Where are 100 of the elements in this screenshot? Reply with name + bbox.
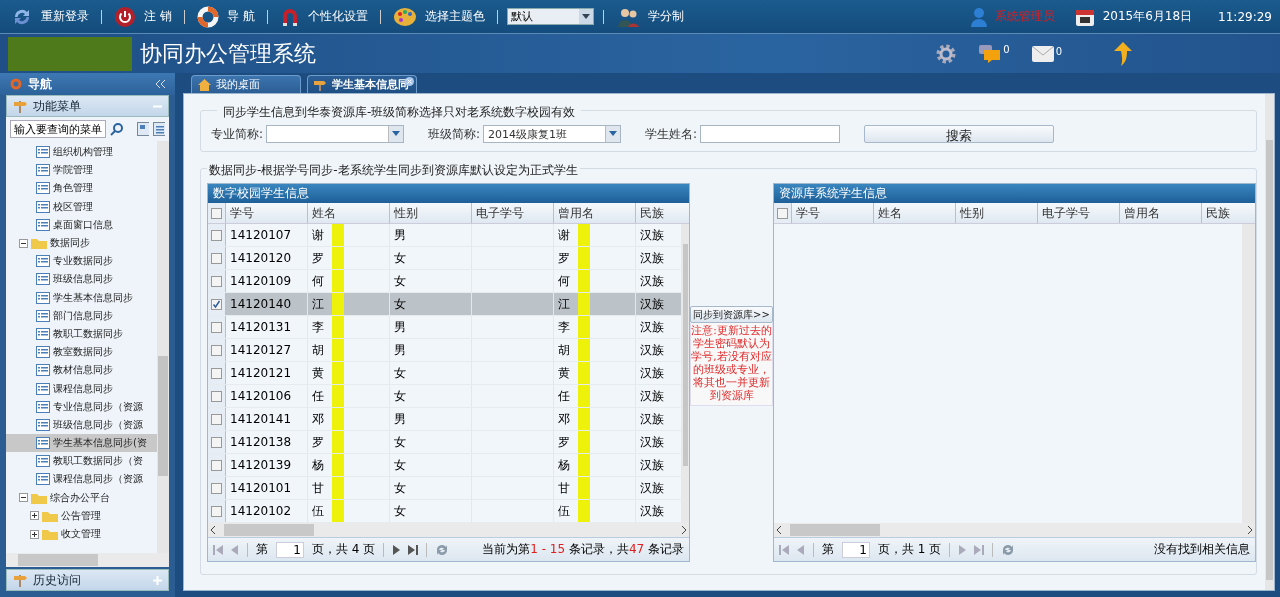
panel-header[interactable]: 功能菜单	[6, 95, 169, 117]
theme-select[interactable]: 默认	[506, 8, 594, 25]
first-page-icon[interactable]	[779, 544, 789, 555]
scrollbar[interactable]	[1265, 94, 1274, 590]
palette-icon[interactable]	[392, 5, 417, 28]
arrow-up-icon[interactable]	[1114, 41, 1132, 66]
column-header[interactable]: 学号	[792, 203, 874, 223]
toolbar-link[interactable]: 注 销	[111, 5, 175, 28]
mail-icon[interactable]	[1031, 45, 1054, 62]
tree-item[interactable]: 数据同步	[50, 236, 90, 251]
tree-item[interactable]: 桌面窗口信息	[53, 217, 113, 232]
tree-item[interactable]: 教职工数据同步	[53, 326, 123, 341]
checkbox[interactable]	[211, 390, 222, 402]
checkbox[interactable]	[211, 482, 222, 494]
column-header[interactable]: 性别	[956, 203, 1038, 223]
input-field[interactable]	[700, 125, 841, 143]
scrollbar[interactable]	[1242, 224, 1255, 523]
collapse-icon[interactable]	[19, 238, 28, 248]
panel-header[interactable]: 历史访问	[6, 569, 169, 591]
column-header[interactable]: 电子学号	[472, 203, 554, 223]
scrollbar[interactable]	[682, 224, 689, 523]
scrollbar[interactable]	[208, 523, 689, 537]
toolbar-link[interactable]: 个性化设置	[276, 5, 371, 28]
column-header[interactable]: 姓名	[874, 203, 956, 223]
table-row[interactable]: 14120141 邓 男 邓 汉族	[208, 408, 682, 431]
table-row[interactable]: 14120106 任 女 任 汉族	[208, 385, 682, 408]
scrollbar[interactable]	[6, 553, 169, 567]
column-header[interactable]: 民族	[636, 203, 682, 223]
checkbox[interactable]	[211, 459, 222, 471]
tab[interactable]: 我的桌面	[191, 75, 301, 93]
expand-icon[interactable]	[30, 529, 39, 539]
previous-page-icon[interactable]	[231, 544, 239, 555]
table-row[interactable]: 14120101 甘 女 甘 汉族	[208, 477, 682, 500]
lifebuoy-icon[interactable]	[196, 5, 219, 28]
column-header[interactable]: 曾用名	[1120, 203, 1202, 223]
checkbox[interactable]	[211, 344, 222, 356]
toolbar-link[interactable]: 选择主题色	[389, 5, 488, 28]
search-button[interactable]: 搜索	[864, 125, 1055, 143]
settings-icon[interactable]	[935, 42, 958, 65]
scrollbar[interactable]	[157, 141, 169, 553]
refresh-icon[interactable]	[1001, 542, 1016, 557]
page-number-field[interactable]: 1	[842, 541, 870, 558]
next-page-icon[interactable]	[392, 544, 401, 555]
tree-item[interactable]: 学院管理	[53, 163, 93, 178]
refresh-icon[interactable]	[435, 542, 450, 557]
column-header[interactable]: 民族	[1202, 203, 1248, 223]
page-number-field[interactable]: 1	[276, 541, 304, 558]
tree-item[interactable]: 班级信息同步	[53, 272, 113, 287]
column-header[interactable]: 曾用名	[554, 203, 636, 223]
tree-item[interactable]: 组织机构管理	[53, 145, 113, 160]
tree-item[interactable]: 公告管理	[61, 508, 101, 523]
table-row[interactable]: 14120131 李 男 李 汉族	[208, 316, 682, 339]
tree-item[interactable]: 专业数据同步	[53, 254, 113, 269]
checkbox[interactable]	[211, 436, 222, 448]
tree-item[interactable]: 班级信息同步（资源	[53, 417, 143, 432]
power-icon[interactable]	[114, 5, 136, 28]
select-field[interactable]	[266, 125, 405, 143]
tree-item[interactable]: 课程信息同步（资源	[53, 472, 143, 487]
column-header[interactable]: 学号	[226, 203, 308, 223]
previous-page-icon[interactable]	[797, 544, 805, 555]
table-row[interactable]: 14120127 胡 男 胡 汉族	[208, 339, 682, 362]
checkbox[interactable]	[777, 207, 788, 219]
tree-item[interactable]: 专业信息同步（资源	[53, 399, 143, 414]
table-row[interactable]: 14120139 杨 女 杨 汉族	[208, 454, 682, 477]
table-row[interactable]: 14120120 罗 女 罗 汉族	[208, 247, 682, 270]
scrollbar[interactable]	[774, 523, 1255, 537]
sync-button[interactable]: 同步到资源库>>	[690, 306, 773, 323]
first-page-icon[interactable]	[213, 544, 223, 555]
checkbox[interactable]	[211, 275, 222, 287]
search-icon[interactable]	[110, 122, 123, 136]
tree-item[interactable]: 教材信息同步	[53, 363, 113, 378]
table-row[interactable]: 14120107 谢 男 谢 汉族	[208, 224, 682, 247]
last-page-icon[interactable]	[408, 544, 419, 555]
table-row[interactable]: 14120140 江 女 江 汉族	[208, 293, 682, 316]
column-header[interactable]: 电子学号	[1038, 203, 1120, 223]
collapse-icon[interactable]	[19, 493, 28, 503]
list-icon[interactable]	[152, 122, 165, 136]
checkbox[interactable]	[211, 252, 222, 264]
checkbox[interactable]	[211, 298, 222, 310]
checkbox[interactable]	[211, 207, 222, 219]
checkbox[interactable]	[211, 321, 222, 333]
table-row[interactable]: 14120102 伍 女 伍 汉族	[208, 500, 682, 523]
chevron-left-icon[interactable]	[211, 526, 216, 534]
table-row[interactable]: 14120138 罗 女 罗 汉族	[208, 431, 682, 454]
tree-item[interactable]: 综合办公平台	[50, 490, 110, 505]
plus-icon[interactable]	[153, 575, 162, 585]
expand-icon[interactable]	[30, 511, 39, 521]
toolbar-link[interactable]: 学分制	[612, 5, 687, 28]
tree-item[interactable]: 学生基本信息同步	[53, 290, 133, 305]
toolbar-link[interactable]: 重新登录	[8, 5, 92, 28]
toolbar-link[interactable]: 导 航	[193, 5, 258, 28]
chat-icon[interactable]	[979, 43, 1002, 64]
checkbox[interactable]	[211, 505, 222, 517]
column-header[interactable]: 性别	[390, 203, 472, 223]
checkbox[interactable]	[211, 367, 222, 379]
tree-item[interactable]: 部门信息同步	[53, 308, 113, 323]
chevron-left-icon[interactable]	[777, 526, 782, 534]
tree-item[interactable]: 角色管理	[53, 181, 93, 196]
tree-item[interactable]: 教室数据同步	[53, 345, 113, 360]
chevron-right-icon[interactable]	[681, 526, 686, 534]
